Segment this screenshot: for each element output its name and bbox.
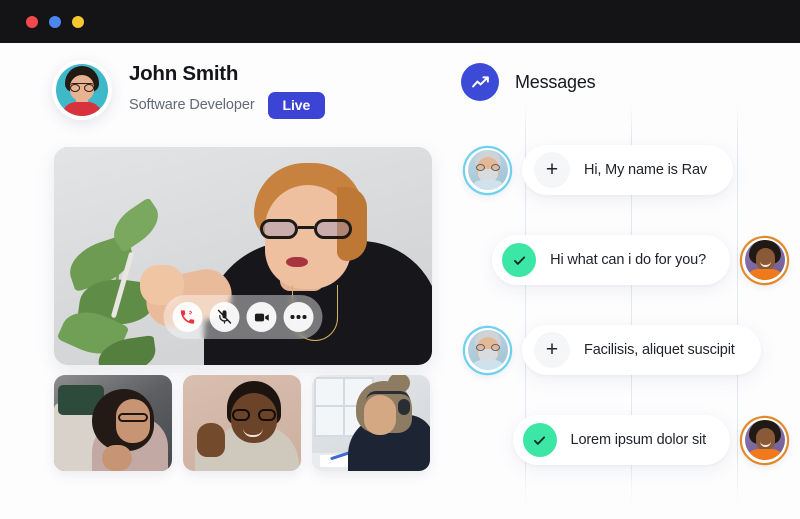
window-titlebar xyxy=(0,0,800,43)
microphone-muted-icon xyxy=(217,309,232,324)
list-item[interactable]: + Facilisis, aliquet suscipit xyxy=(452,305,800,395)
messages-panel: Messages + Hi, My name is Rav Hi what ca… xyxy=(452,43,800,519)
message-text: Facilisis, aliquet suscipit xyxy=(584,342,735,358)
list-item[interactable]: Hi what can i do for you? xyxy=(452,215,800,305)
message-bubble[interactable]: + Hi, My name is Rav xyxy=(522,145,733,195)
plus-icon[interactable]: + xyxy=(534,332,570,368)
message-bubble[interactable]: Hi what can i do for you? xyxy=(492,235,730,285)
message-text: Lorem ipsum dolor sit xyxy=(570,432,707,448)
john-smith-avatar[interactable] xyxy=(52,60,112,120)
participant-thumbnails xyxy=(54,375,430,471)
check-icon[interactable] xyxy=(522,423,557,457)
message-bubble[interactable]: + Facilisis, aliquet suscipit xyxy=(522,325,761,375)
participant-thumbnail-1[interactable] xyxy=(54,375,172,471)
messages-title: Messages xyxy=(515,71,596,92)
app-window: John Smith Software Developer Live Messa… xyxy=(0,0,800,519)
status-badge[interactable]: Live xyxy=(267,91,326,119)
participant-thumbnail-3[interactable] xyxy=(312,375,430,471)
sender-avatar-older-man[interactable] xyxy=(465,147,510,193)
end-call-button[interactable] xyxy=(172,302,203,332)
message-text: Hi, My name is Rav xyxy=(584,162,707,178)
close-window-button[interactable] xyxy=(26,15,38,28)
check-icon[interactable] xyxy=(502,243,537,277)
call-panel: John Smith Software Developer Live xyxy=(0,43,452,519)
sender-avatar-older-man[interactable] xyxy=(465,327,510,373)
trending-up-icon xyxy=(461,63,499,101)
profile-header: John Smith Software Developer Live xyxy=(52,60,326,120)
video-camera-icon xyxy=(254,313,269,321)
mute-mic-button[interactable] xyxy=(209,302,240,332)
message-text: Hi what can i do for you? xyxy=(550,252,706,268)
main-video-feed[interactable] xyxy=(54,147,432,365)
list-item[interactable]: Lorem ipsum dolor sit xyxy=(452,395,800,485)
profile-role: Software Developer xyxy=(129,97,255,114)
message-bubble[interactable]: Lorem ipsum dolor sit xyxy=(512,415,730,465)
sender-avatar-curly-woman[interactable] xyxy=(742,417,787,463)
camera-button[interactable] xyxy=(246,302,277,332)
plus-icon[interactable]: + xyxy=(534,152,570,188)
messages-header: Messages xyxy=(461,63,596,101)
maximize-window-button[interactable] xyxy=(72,15,84,28)
more-horizontal-icon xyxy=(290,315,307,319)
phone-hangup-icon xyxy=(180,310,195,324)
sender-avatar-curly-woman[interactable] xyxy=(742,237,787,283)
call-controls-bar xyxy=(163,295,323,339)
page-title: John Smith xyxy=(129,62,239,86)
more-options-button[interactable] xyxy=(283,302,314,332)
message-list: + Hi, My name is Rav Hi what can i do fo… xyxy=(452,125,800,485)
list-item[interactable]: + Hi, My name is Rav xyxy=(452,125,800,215)
participant-thumbnail-2[interactable] xyxy=(183,375,301,471)
page-body: John Smith Software Developer Live Messa… xyxy=(0,43,800,519)
minimize-window-button[interactable] xyxy=(49,15,61,28)
